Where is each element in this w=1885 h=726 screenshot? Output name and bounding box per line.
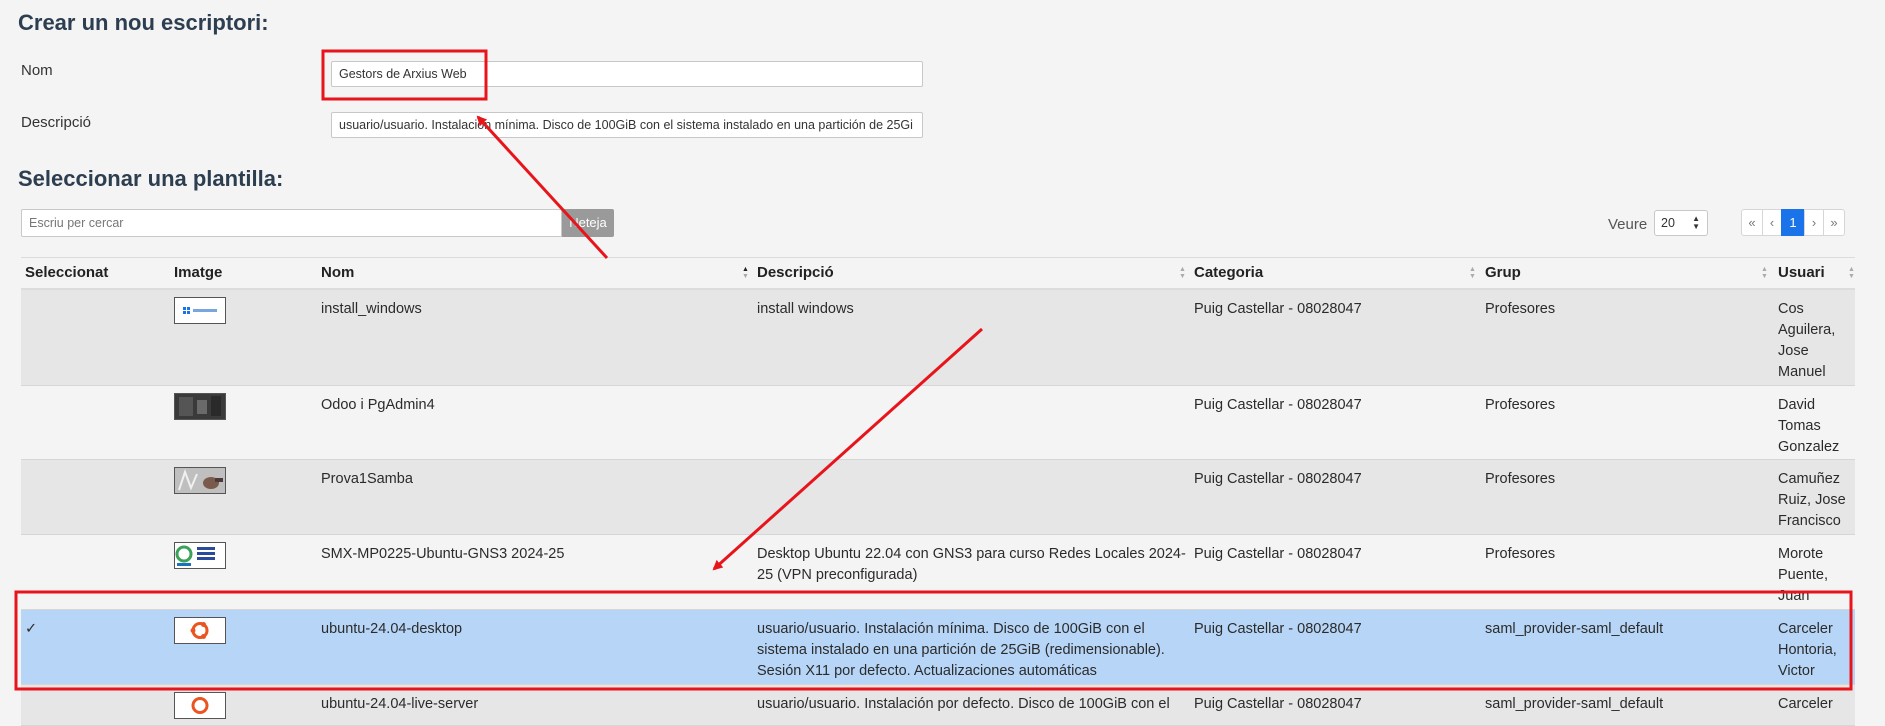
first-page-button[interactable]: « (1741, 209, 1763, 236)
sort-icon[interactable]: ▲ ▼ (742, 266, 749, 280)
clear-button[interactable]: Neteja (562, 209, 614, 237)
table-row[interactable]: SMX-MP0225-Ubuntu-GNS3 2024-25 Desktop U… (21, 535, 1855, 610)
template-name: install_windows (321, 301, 422, 317)
create-desktop-heading: Crear un nou escriptori: (18, 10, 269, 35)
row-selected-mark: ✓ (25, 621, 38, 637)
col-header-category[interactable]: Categoria (1194, 264, 1263, 281)
ubuntu-logo-thumbnail (174, 692, 226, 719)
template-user: Cos Aguilera, Jose Manuel (1778, 301, 1836, 380)
gns3-course-thumbnail (174, 542, 226, 569)
col-header-selected: Seleccionat (25, 264, 109, 281)
windows-11-thumbnail (174, 297, 226, 324)
template-category: Puig Castellar - 08028047 (1194, 621, 1362, 637)
pagination: « ‹ 1 › » (1741, 209, 1845, 236)
per-page-select[interactable]: 20 ▲ ▼ (1654, 210, 1708, 236)
sort-icon[interactable]: ▲ ▼ (1469, 266, 1476, 280)
template-group: Profesores (1485, 301, 1556, 317)
description-input[interactable]: usuario/usuario. Instalación mínima. Dis… (331, 112, 923, 138)
col-header-group[interactable]: Grup (1485, 264, 1521, 281)
per-page-label: Veure (1608, 216, 1648, 233)
template-description: Desktop Ubuntu 22.04 con GNS3 para curso… (757, 546, 1186, 583)
per-page-value: 20 (1661, 216, 1675, 230)
name-input[interactable]: Gestors de Arxius Web (331, 61, 923, 87)
template-group: saml_provider-saml_default (1485, 621, 1664, 637)
template-group: Profesores (1485, 546, 1556, 562)
table-header: Seleccionat Imatge Nom ▲ ▼ Descripció ▲ ▼ … (21, 257, 1855, 290)
sort-icon[interactable]: ▲ ▼ (1179, 266, 1186, 280)
col-header-name[interactable]: Nom (321, 264, 354, 281)
template-name: ubuntu-24.04-desktop (321, 621, 463, 637)
template-user: Camuñez Ruiz, Jose Francisco (1778, 471, 1846, 529)
select-template-heading: Seleccionar una plantilla: (18, 166, 284, 191)
template-category: Puig Castellar - 08028047 (1194, 397, 1362, 413)
ubuntu-logo-thumbnail (174, 617, 226, 644)
template-category: Puig Castellar - 08028047 (1194, 301, 1362, 317)
search-input[interactable]: Escriu per cercar (21, 209, 562, 237)
table-row[interactable]: Prova1Samba Puig Castellar - 08028047 Pr… (21, 460, 1855, 535)
table-row[interactable]: Odoo i PgAdmin4 Puig Castellar - 0802804… (21, 386, 1855, 460)
col-header-image: Imatge (174, 264, 223, 281)
next-page-button[interactable]: › (1804, 209, 1824, 236)
template-group: Profesores (1485, 397, 1556, 413)
page-1-button[interactable]: 1 (1781, 209, 1805, 236)
sort-icon[interactable]: ▲ ▼ (1848, 266, 1855, 280)
template-group: Profesores (1485, 471, 1556, 487)
template-user: Carceler (1778, 696, 1833, 712)
col-header-description[interactable]: Descripció (757, 264, 834, 281)
template-name: SMX-MP0225-Ubuntu-GNS3 2024-25 (321, 546, 565, 562)
template-description: install windows (757, 301, 854, 317)
table-row-selected[interactable]: ✓ ubuntu-24.04-desktop usuario/usuario. … (21, 610, 1855, 700)
dark-photo-thumbnail (174, 393, 226, 420)
description-label: Descripció (21, 114, 92, 131)
template-name: Odoo i PgAdmin4 (321, 397, 435, 413)
template-name: ubuntu-24.04-live-server (321, 696, 479, 712)
table-row[interactable]: install_windows install windows Puig Cas… (21, 290, 1855, 386)
template-category: Puig Castellar - 08028047 (1194, 696, 1362, 712)
template-description: usuario/usuario. Instalación por defecto… (757, 696, 1170, 712)
name-label: Nom (21, 62, 53, 79)
templates-table: Seleccionat Imatge Nom ▲ ▼ Descripció ▲ ▼ … (21, 257, 1855, 726)
select-arrows-icon: ▲ ▼ (1692, 214, 1700, 231)
template-user: Carceler Hontoria, Victor (1778, 621, 1837, 679)
template-category: Puig Castellar - 08028047 (1194, 546, 1362, 562)
template-user: Morote Puente, Juan (1778, 546, 1828, 604)
template-category: Puig Castellar - 08028047 (1194, 471, 1362, 487)
prev-page-button[interactable]: ‹ (1762, 209, 1782, 236)
table-row[interactable]: ubuntu-24.04-live-server usuario/usuario… (21, 685, 1855, 726)
template-user: David Tomas Gonzalez (1778, 397, 1840, 455)
template-group: saml_provider-saml_default (1485, 696, 1664, 712)
template-name: Prova1Samba (321, 471, 413, 487)
hand-photo-thumbnail (174, 467, 226, 494)
sort-icon[interactable]: ▲ ▼ (1761, 266, 1768, 280)
search-bar: Escriu per cercar Neteja (21, 209, 614, 237)
col-header-user[interactable]: Usuari (1778, 264, 1825, 281)
last-page-button[interactable]: » (1823, 209, 1845, 236)
